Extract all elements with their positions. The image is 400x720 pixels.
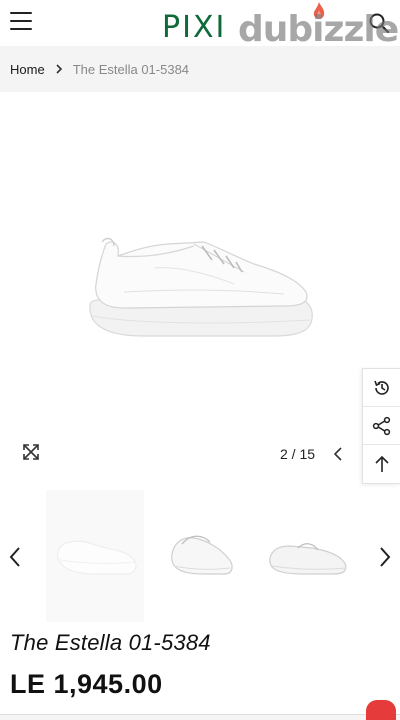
search-icon[interactable]	[368, 12, 390, 34]
thumbnail-shoe-image	[171, 535, 233, 575]
gallery-pager: 2 / 15	[280, 446, 316, 462]
side-action-bar	[362, 368, 400, 484]
breadcrumb-current: The Estella 01-5384	[72, 61, 190, 77]
thumbnail-next-chevron-right-icon[interactable]	[378, 546, 392, 568]
pixi-logo[interactable]: PIXI	[162, 10, 226, 44]
arrow-up-icon[interactable]	[363, 445, 400, 483]
thumbnail-carousel	[0, 490, 400, 622]
thumbnail-2[interactable]	[154, 490, 250, 622]
chat-badge-icon[interactable]	[366, 700, 396, 720]
product-shoe-image	[89, 237, 313, 337]
thumbnail-1[interactable]	[46, 490, 144, 622]
hamburger-menu-icon[interactable]	[10, 12, 32, 30]
logo-text: PIXI	[162, 10, 227, 45]
thumbnail-prev-chevron-left-icon[interactable]	[8, 546, 22, 568]
breadcrumb-home-link[interactable]: Home	[10, 62, 45, 77]
share-icon[interactable]	[363, 407, 400, 445]
breadcrumb: Home The Estella 01-5384	[0, 46, 400, 92]
product-title: The Estella 01-5384	[10, 630, 211, 655]
chevron-right-icon	[56, 64, 62, 74]
product-main-image[interactable]: 2 / 15	[0, 92, 400, 490]
expand-icon[interactable]	[22, 443, 40, 461]
history-icon[interactable]	[363, 369, 400, 407]
gallery-prev-chevron-left-icon[interactable]	[332, 446, 344, 462]
thumbnail-shoe-image	[57, 540, 137, 575]
top-header: PIXI	[0, 0, 400, 46]
thumbnail-shoe-image	[269, 543, 347, 575]
bottom-divider	[0, 714, 400, 720]
product-price: LE 1,945.00	[10, 669, 163, 699]
thumbnail-3[interactable]	[260, 490, 352, 622]
